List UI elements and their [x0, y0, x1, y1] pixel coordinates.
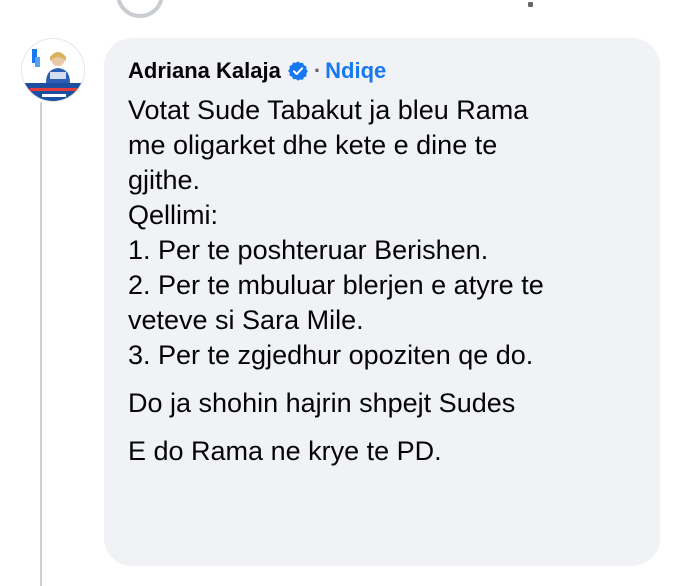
previous-avatar-fragment — [116, 0, 164, 18]
verified-badge-icon — [287, 60, 309, 82]
previous-reactions-fragment: ˇ ˇ — [528, 0, 555, 14]
comment-line: Qellimi: — [128, 200, 219, 230]
thread-line — [40, 102, 42, 586]
fragment-dot-icon — [528, 2, 533, 7]
comment-line: gjithe. — [128, 165, 201, 195]
comment-header: Adriana Kalaja · Ndiqe — [128, 56, 386, 86]
separator-dot: · — [313, 58, 322, 83]
comment-line: veteve si Sara Mile. — [128, 305, 364, 335]
comment-line: Votat Sude Tabakut ja bleu Rama — [128, 95, 529, 125]
comment-line: 3. Per te zgjedhur opoziten qe do. — [128, 340, 534, 370]
comment-line: E do Rama ne krye te PD. — [128, 436, 442, 466]
fragment-glyph-icon: ˇ — [539, 0, 544, 12]
avatar-image — [22, 39, 84, 101]
comment-text: Votat Sude Tabakut ja bleu Rama me oliga… — [128, 93, 638, 469]
previous-comment-fragment: ˇ ˇ — [0, 0, 673, 24]
comment-line: me oligarket dhe kete e dine te — [128, 130, 498, 160]
comment-line: 1. Per te poshteruar Berishen. — [128, 235, 489, 265]
author-name[interactable]: Adriana Kalaja — [128, 56, 281, 86]
comment-line: Do ja shohin hajrin shpejt Sudes — [128, 388, 516, 418]
avatar[interactable] — [21, 38, 85, 102]
comment-bubble: Adriana Kalaja · Ndiqe Votat Sude Tabaku… — [104, 38, 660, 566]
comment-line: 2. Per te mbuluar blerjen e atyre te — [128, 270, 544, 300]
fragment-glyph-icon: ˇ — [550, 0, 555, 12]
follow-button[interactable]: Ndiqe — [325, 56, 386, 86]
